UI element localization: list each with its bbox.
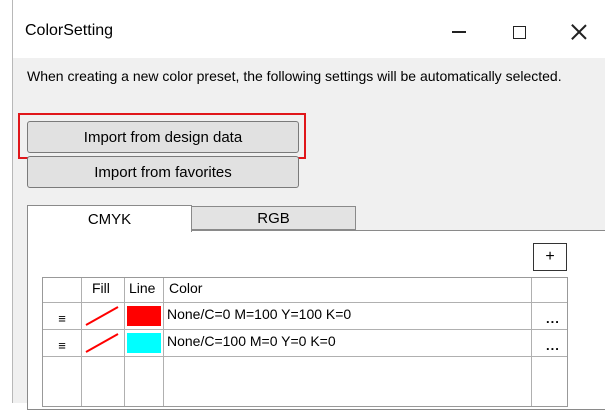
description-text: When creating a new color preset, the fo… [27, 68, 562, 84]
import-from-design-data-button[interactable]: Import from design data [27, 121, 299, 153]
tab-rgb[interactable]: RGB [191, 206, 356, 230]
drag-handle-icon[interactable]: ≡ [56, 311, 68, 326]
window-title: ColorSetting [25, 22, 114, 39]
maximize-button[interactable] [499, 14, 539, 50]
add-preset-button[interactable]: + [533, 243, 567, 271]
more-options-button[interactable]: ... [546, 338, 560, 353]
column-divider [163, 278, 164, 406]
close-icon [571, 24, 587, 40]
header-line: Line [129, 280, 156, 296]
minimize-icon [452, 31, 466, 33]
minimize-button[interactable] [439, 14, 479, 50]
maximize-icon [512, 25, 526, 39]
row-divider [43, 302, 567, 303]
more-options-button[interactable]: ... [546, 311, 560, 326]
column-divider [81, 278, 82, 406]
header-color: Color [169, 280, 203, 296]
row-divider [43, 356, 567, 357]
tab-cmyk[interactable]: CMYK [27, 205, 192, 232]
row-divider [43, 329, 567, 330]
column-divider [124, 278, 125, 406]
no-fill-icon [85, 306, 119, 326]
color-setting-window: ColorSetting When creating a new color p… [12, 0, 605, 410]
import-from-favorites-button[interactable]: Import from favorites [27, 156, 299, 188]
header-fill: Fill [92, 280, 110, 296]
line-color-swatch[interactable] [127, 333, 161, 353]
color-value: None/C=100 M=0 Y=0 K=0 [167, 333, 336, 349]
no-fill-icon [85, 333, 119, 353]
drag-handle-icon[interactable]: ≡ [56, 338, 68, 353]
line-color-swatch[interactable] [127, 306, 161, 326]
title-bar[interactable]: ColorSetting [13, 0, 605, 58]
close-button[interactable] [559, 14, 599, 50]
color-preset-table: Fill Line Color ≡ None/C=0 M=100 Y=100 K… [42, 277, 568, 407]
column-divider [531, 278, 532, 406]
color-value: None/C=0 M=100 Y=100 K=0 [167, 306, 352, 322]
